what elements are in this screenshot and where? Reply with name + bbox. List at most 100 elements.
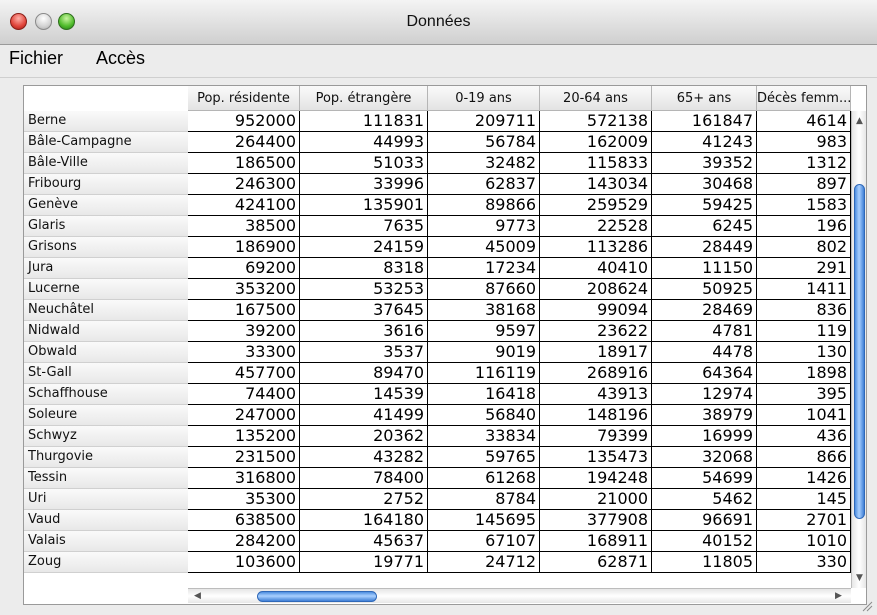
table-cell[interactable]: 330 xyxy=(757,552,851,573)
row-header[interactable]: Nidwald xyxy=(24,321,188,342)
table-cell[interactable]: 1426 xyxy=(757,468,851,489)
row-header[interactable]: Zoug xyxy=(24,552,188,573)
table-cell[interactable]: 18917 xyxy=(540,342,652,363)
table-cell[interactable]: 167500 xyxy=(188,300,300,321)
table-cell[interactable]: 1312 xyxy=(757,153,851,174)
table-cell[interactable]: 194248 xyxy=(540,468,652,489)
row-header[interactable]: Glaris xyxy=(24,216,188,237)
table-cell[interactable]: 35300 xyxy=(188,489,300,510)
row-header[interactable]: Bâle-Campagne xyxy=(24,132,188,153)
table-cell[interactable]: 17234 xyxy=(428,258,540,279)
row-header[interactable]: Grisons xyxy=(24,237,188,258)
table-cell[interactable]: 264400 xyxy=(188,132,300,153)
row-header[interactable]: St-Gall xyxy=(24,363,188,384)
table-cell[interactable]: 19771 xyxy=(300,552,428,573)
table-cell[interactable]: 38500 xyxy=(188,216,300,237)
horizontal-scrollbar[interactable]: ◀ ▶ xyxy=(188,588,851,603)
table-cell[interactable]: 23622 xyxy=(540,321,652,342)
table-cell[interactable]: 28449 xyxy=(652,237,757,258)
resize-grip-icon[interactable] xyxy=(861,600,873,612)
table-cell[interactable]: 74400 xyxy=(188,384,300,405)
row-header[interactable]: Neuchâtel xyxy=(24,300,188,321)
row-header[interactable]: Vaud xyxy=(24,510,188,531)
table-cell[interactable]: 8784 xyxy=(428,489,540,510)
row-header[interactable]: Schwyz xyxy=(24,426,188,447)
table-cell[interactable]: 59425 xyxy=(652,195,757,216)
table-cell[interactable]: 54699 xyxy=(652,468,757,489)
table-cell[interactable]: 4614 xyxy=(757,111,851,132)
table-cell[interactable]: 186500 xyxy=(188,153,300,174)
table-cell[interactable]: 457700 xyxy=(188,363,300,384)
table-cell[interactable]: 89866 xyxy=(428,195,540,216)
table-cell[interactable]: 21000 xyxy=(540,489,652,510)
menu-fichier[interactable]: Fichier xyxy=(9,48,63,69)
table-cell[interactable]: 952000 xyxy=(188,111,300,132)
row-header[interactable]: Obwald xyxy=(24,342,188,363)
table-cell[interactable]: 9773 xyxy=(428,216,540,237)
vertical-scroll-thumb[interactable] xyxy=(854,184,865,519)
table-cell[interactable]: 67107 xyxy=(428,531,540,552)
table-cell[interactable]: 9597 xyxy=(428,321,540,342)
table-cell[interactable]: 53253 xyxy=(300,279,428,300)
table-cell[interactable]: 14539 xyxy=(300,384,428,405)
table-cell[interactable]: 424100 xyxy=(188,195,300,216)
table-cell[interactable]: 20362 xyxy=(300,426,428,447)
table-cell[interactable]: 377908 xyxy=(540,510,652,531)
table-cell[interactable]: 33834 xyxy=(428,426,540,447)
table-cell[interactable]: 64364 xyxy=(652,363,757,384)
table-cell[interactable]: 78400 xyxy=(300,468,428,489)
row-header[interactable]: Thurgovie xyxy=(24,447,188,468)
table-cell[interactable]: 30468 xyxy=(652,174,757,195)
title-bar[interactable]: Données xyxy=(0,0,877,45)
table-cell[interactable]: 836 xyxy=(757,300,851,321)
table-cell[interactable]: 638500 xyxy=(188,510,300,531)
table-cell[interactable]: 32482 xyxy=(428,153,540,174)
table-cell[interactable]: 33300 xyxy=(188,342,300,363)
horizontal-scroll-thumb[interactable] xyxy=(257,591,377,602)
table-cell[interactable]: 59765 xyxy=(428,447,540,468)
row-header[interactable]: Bâle-Ville xyxy=(24,153,188,174)
table-cell[interactable]: 16999 xyxy=(652,426,757,447)
table-cell[interactable]: 51033 xyxy=(300,153,428,174)
column-header[interactable]: 0-19 ans xyxy=(428,86,540,111)
table-cell[interactable]: 8318 xyxy=(300,258,428,279)
row-header[interactable]: Uri xyxy=(24,489,188,510)
scroll-up-icon[interactable]: ▲ xyxy=(852,115,866,127)
table-cell[interactable]: 135473 xyxy=(540,447,652,468)
table-cell[interactable]: 897 xyxy=(757,174,851,195)
column-header[interactable]: Pop. étrangère xyxy=(300,86,428,111)
table-cell[interactable]: 22528 xyxy=(540,216,652,237)
table-cell[interactable]: 119 xyxy=(757,321,851,342)
table-cell[interactable]: 113286 xyxy=(540,237,652,258)
table-cell[interactable]: 62837 xyxy=(428,174,540,195)
table-cell[interactable]: 96691 xyxy=(652,510,757,531)
table-cell[interactable]: 4478 xyxy=(652,342,757,363)
table-cell[interactable]: 231500 xyxy=(188,447,300,468)
table-cell[interactable]: 3616 xyxy=(300,321,428,342)
table-cell[interactable]: 40410 xyxy=(540,258,652,279)
table-cell[interactable]: 2752 xyxy=(300,489,428,510)
row-header[interactable]: Jura xyxy=(24,258,188,279)
table-cell[interactable]: 33996 xyxy=(300,174,428,195)
table-cell[interactable]: 5462 xyxy=(652,489,757,510)
table-cell[interactable]: 395 xyxy=(757,384,851,405)
table-cell[interactable]: 37645 xyxy=(300,300,428,321)
row-header[interactable]: Genève xyxy=(24,195,188,216)
table-cell[interactable]: 135901 xyxy=(300,195,428,216)
table-cell[interactable]: 32068 xyxy=(652,447,757,468)
column-header[interactable]: Décès femm... xyxy=(757,86,851,111)
table-cell[interactable]: 69200 xyxy=(188,258,300,279)
table-cell[interactable]: 148196 xyxy=(540,405,652,426)
table-cell[interactable]: 3537 xyxy=(300,342,428,363)
table-cell[interactable]: 161847 xyxy=(652,111,757,132)
table-cell[interactable]: 87660 xyxy=(428,279,540,300)
table-cell[interactable]: 1010 xyxy=(757,531,851,552)
scroll-left-icon[interactable]: ◀ xyxy=(190,590,205,602)
row-header[interactable]: Fribourg xyxy=(24,174,188,195)
table-cell[interactable]: 38979 xyxy=(652,405,757,426)
table-cell[interactable]: 44993 xyxy=(300,132,428,153)
column-header[interactable]: 20-64 ans xyxy=(540,86,652,111)
table-cell[interactable]: 41499 xyxy=(300,405,428,426)
table-cell[interactable]: 284200 xyxy=(188,531,300,552)
table-cell[interactable]: 208624 xyxy=(540,279,652,300)
